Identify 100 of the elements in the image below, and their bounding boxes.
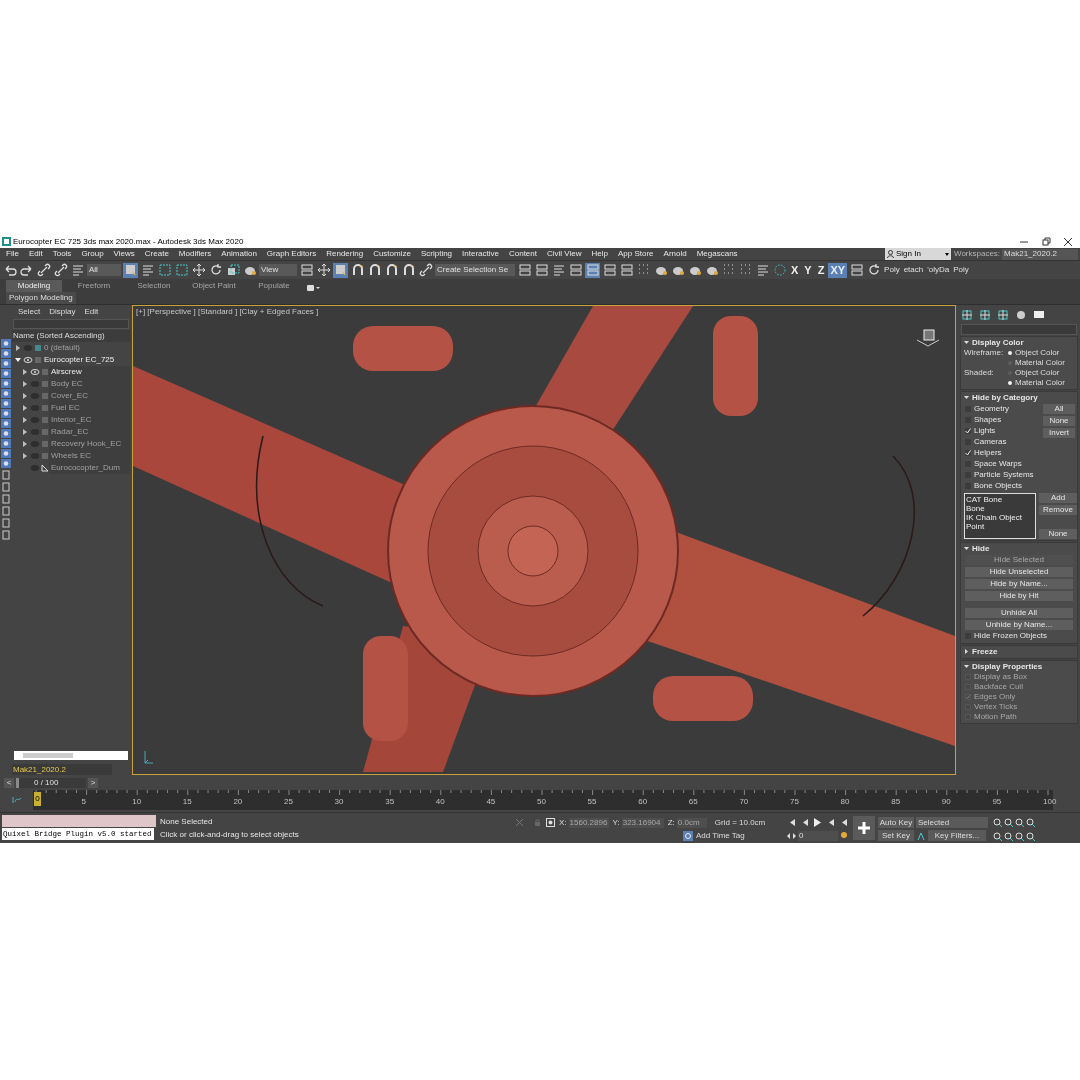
viewport[interactable]: [+] [Perspective ] [Standard ] [Clay + Edged Faces ] — [132, 305, 956, 775]
tool-button[interactable]: Poly — [883, 266, 901, 274]
explorer-filter-icon[interactable] — [1, 399, 11, 408]
time-config-icon[interactable] — [787, 832, 796, 839]
eye-icon[interactable] — [23, 357, 33, 363]
axis-button[interactable]: X — [789, 262, 801, 278]
viewport-label[interactable]: [+] [Perspective ] [Standard ] [Clay + Edged Faces ] — [136, 308, 319, 316]
key-mode-dropdown[interactable]: Selected — [916, 817, 988, 828]
explorer-filter-icon[interactable] — [1, 409, 11, 418]
explorer-filter-icon[interactable] — [1, 369, 11, 378]
tree-item[interactable]: Body EC — [49, 378, 130, 390]
collapse-arrow-icon[interactable] — [15, 357, 21, 363]
menu-item[interactable]: Animation — [221, 250, 257, 258]
display-tab-icon[interactable] — [1033, 309, 1045, 321]
time-slider-track[interactable]: 0 / 100 — [16, 778, 86, 788]
hierarchy-tab-icon[interactable] — [997, 309, 1009, 321]
time-slider-thumb[interactable]: 0 — [34, 792, 41, 806]
menu-item[interactable]: Help — [591, 250, 608, 258]
expand-arrow-icon[interactable] — [22, 369, 28, 375]
rotate-icon[interactable] — [208, 262, 223, 278]
add-time-tag-button[interactable]: Add Time Tag — [683, 831, 745, 841]
tree-item[interactable]: Wheels EC — [49, 450, 130, 462]
list-item[interactable]: Bone — [966, 504, 1034, 513]
explorer-filter-icon[interactable] — [1, 459, 11, 468]
panel-button[interactable]: Unhide by Name... — [965, 620, 1073, 630]
category-list[interactable]: CAT Bone Bone IK Chain Object Point — [964, 493, 1036, 539]
collapse-arrow-icon[interactable] — [964, 664, 969, 669]
panel-button[interactable]: Hide by Hit — [965, 591, 1073, 601]
motion-tab-icon[interactable] — [1015, 309, 1027, 321]
rollout-title[interactable]: Freeze — [972, 647, 998, 656]
explorer-filter-icon[interactable] — [1, 429, 11, 438]
menu-item[interactable]: Rendering — [326, 250, 364, 258]
menu-item[interactable]: Modifiers — [178, 250, 212, 258]
panel-button[interactable]: Add — [1039, 493, 1077, 503]
menu-item[interactable]: Create — [144, 250, 169, 258]
expand-arrow-icon[interactable] — [22, 381, 28, 387]
menu-item[interactable]: Scripting — [420, 250, 453, 258]
panel-button[interactable]: Unhide All — [965, 608, 1073, 618]
key-filters-button[interactable]: Key Filters... — [928, 830, 986, 841]
scale-icon[interactable] — [225, 262, 240, 278]
axis-button[interactable]: Y — [802, 262, 814, 278]
reference-coordinate-dropdown[interactable]: View — [259, 264, 297, 276]
tool-button[interactable]: Poly — [952, 266, 970, 274]
named-selection-dropdown[interactable]: Create Selection Se — [435, 264, 515, 276]
viewcube-icon[interactable] — [915, 328, 941, 348]
menu-item[interactable]: Views — [113, 250, 135, 258]
tree-item[interactable]: Fuel EC — [49, 402, 130, 414]
axis-button[interactable]: XY — [828, 262, 848, 278]
menu-item[interactable]: File — [6, 250, 19, 258]
ribbon-tab[interactable]: Modeling — [6, 280, 62, 292]
tree-item[interactable]: 0 (default) — [42, 342, 130, 354]
coordinate-field[interactable]: 323.16904 — [621, 817, 664, 828]
explorer-filter-icon[interactable] — [1, 379, 11, 388]
rollout-title[interactable]: Hide — [972, 544, 990, 553]
collapse-arrow-icon[interactable] — [964, 546, 969, 551]
explorer-menu-item[interactable]: Select — [18, 308, 41, 316]
ribbon-tab[interactable]: Populate — [246, 280, 302, 292]
ribbon-panel-title[interactable]: Polygon Modeling — [6, 292, 76, 304]
menu-item[interactable]: Customize — [373, 250, 411, 258]
explorer-filter-icon[interactable] — [1, 449, 11, 458]
sign-in-dropdown[interactable]: Sign In — [885, 248, 951, 260]
panel-button[interactable]: Hide by Name... — [965, 579, 1073, 589]
explorer-filter-icon[interactable] — [1, 359, 11, 368]
maxscript-input-field[interactable] — [2, 815, 156, 827]
menu-item[interactable]: Megascans — [696, 250, 738, 258]
axis-button[interactable]: Z — [815, 262, 827, 278]
panel-button[interactable]: None — [1043, 416, 1075, 426]
snap-icon[interactable] — [350, 262, 365, 278]
ribbon-tab[interactable]: Freeform — [66, 280, 122, 292]
expand-arrow-icon[interactable] — [22, 417, 28, 423]
expand-arrow-icon[interactable] — [964, 649, 969, 654]
coordinate-field[interactable]: 0.0cm — [676, 817, 707, 828]
tree-item[interactable]: Eurococopter_Dum — [49, 462, 130, 474]
tool-button[interactable]: etach — [902, 266, 925, 274]
bar-icon[interactable] — [755, 262, 770, 278]
ribbon-tab[interactable]: Object Paint — [186, 280, 242, 292]
expand-arrow-icon[interactable] — [22, 453, 28, 459]
panel-button[interactable]: None — [1039, 529, 1077, 539]
time-slider-thumb[interactable] — [16, 778, 19, 788]
panel-button[interactable]: Hide Unselected — [965, 567, 1073, 577]
expand-arrow-icon[interactable] — [22, 441, 28, 447]
link-icon[interactable] — [36, 262, 51, 278]
explorer-filter-icon[interactable] — [1, 419, 11, 428]
select-object-icon[interactable] — [123, 262, 138, 278]
tool-button[interactable]: 'olyDa — [926, 266, 951, 274]
current-frame-field[interactable]: 0 — [798, 830, 838, 841]
menu-item[interactable]: App Store — [618, 250, 654, 258]
menu-item[interactable]: Graph Editors — [266, 250, 317, 258]
explorer-search-field[interactable] — [13, 319, 129, 329]
explorer-menu-item[interactable]: Display — [49, 308, 76, 316]
modify-tab-icon[interactable] — [979, 309, 991, 321]
tree-item[interactable]: Airscrew — [49, 366, 130, 378]
previous-frame-button[interactable]: < — [4, 778, 14, 788]
rollout-title[interactable]: Display Color — [972, 338, 1024, 347]
expand-arrow-icon[interactable] — [22, 393, 28, 399]
menu-item[interactable]: Edit — [28, 250, 43, 258]
move-icon[interactable] — [191, 262, 206, 278]
unlink-icon[interactable] — [53, 262, 68, 278]
menu-item[interactable]: Civil View — [547, 250, 582, 258]
tree-item[interactable]: Recovery Hook_EC — [49, 438, 130, 450]
